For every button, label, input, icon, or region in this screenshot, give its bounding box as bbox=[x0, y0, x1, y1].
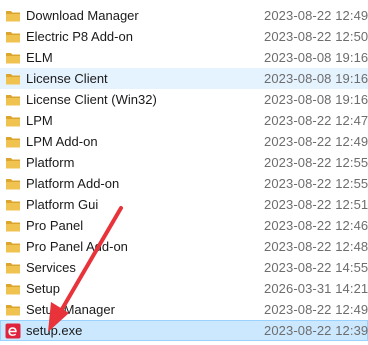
folder-icon bbox=[5, 71, 21, 87]
date-modified: 2023-08-22 12:51 bbox=[264, 197, 368, 212]
date-modified: 2023-08-22 12:39 bbox=[264, 323, 368, 338]
folder-icon bbox=[5, 134, 21, 150]
file-name: Setup bbox=[26, 281, 60, 296]
file-name: Pro Panel Add-on bbox=[26, 239, 128, 254]
file-name: Platform bbox=[26, 155, 75, 170]
setup-exe-icon bbox=[5, 323, 21, 339]
date-modified: 2023-08-22 12:55 bbox=[264, 176, 368, 191]
date-modified: 2023-08-22 12:49 bbox=[264, 302, 368, 317]
date-modified: 2023-08-22 12:55 bbox=[264, 155, 368, 170]
date-modified: 2026-03-31 14:21 bbox=[264, 281, 368, 296]
file-name: Setup Manager bbox=[26, 302, 115, 317]
file-name: Download Manager bbox=[26, 8, 139, 23]
date-modified: 2023-08-22 14:55 bbox=[264, 260, 368, 275]
date-modified: 2023-08-22 12:48 bbox=[264, 239, 368, 254]
date-modified: 2023-08-22 12:47 bbox=[264, 113, 368, 128]
date-modified: 2023-08-08 19:16 bbox=[264, 92, 368, 107]
file-list: Download Manager 2023-08-22 12:49 Electric… bbox=[0, 5, 368, 341]
folder-icon bbox=[5, 155, 21, 171]
file-row[interactable]: Setup 2026-03-31 14:21 bbox=[0, 278, 368, 299]
file-row[interactable]: Download Manager 2023-08-22 12:49 bbox=[0, 5, 368, 26]
file-name: Pro Panel bbox=[26, 218, 84, 233]
date-modified: 2023-08-08 19:16 bbox=[264, 71, 368, 86]
file-name: Electric P8 Add-on bbox=[26, 29, 133, 44]
folder-icon bbox=[5, 113, 21, 129]
folder-icon bbox=[5, 176, 21, 192]
file-row[interactable]: Platform 2023-08-22 12:55 bbox=[0, 152, 368, 173]
file-row[interactable]: setup.exe 2023-08-22 12:39 bbox=[0, 320, 368, 341]
folder-icon bbox=[5, 197, 21, 213]
folder-icon bbox=[5, 218, 21, 234]
file-row[interactable]: Services 2023-08-22 14:55 bbox=[0, 257, 368, 278]
date-modified: 2023-08-22 12:49 bbox=[264, 8, 368, 23]
folder-icon bbox=[5, 281, 21, 297]
file-name: LPM Add-on bbox=[26, 134, 98, 149]
file-row[interactable]: License Client (Win32) 2023-08-08 19:16 bbox=[0, 89, 368, 110]
file-row[interactable]: LPM 2023-08-22 12:47 bbox=[0, 110, 368, 131]
date-modified: 2023-08-08 19:16 bbox=[264, 50, 368, 65]
file-row[interactable]: Electric P8 Add-on 2023-08-22 12:50 bbox=[0, 26, 368, 47]
file-name: setup.exe bbox=[26, 323, 83, 338]
folder-icon bbox=[5, 239, 21, 255]
file-row[interactable]: License Client 2023-08-08 19:16 bbox=[0, 68, 368, 89]
file-row[interactable]: LPM Add-on 2023-08-22 12:49 bbox=[0, 131, 368, 152]
folder-icon bbox=[5, 92, 21, 108]
file-row[interactable]: ELM 2023-08-08 19:16 bbox=[0, 47, 368, 68]
file-row[interactable]: Platform Gui 2023-08-22 12:51 bbox=[0, 194, 368, 215]
file-row[interactable]: Pro Panel Add-on 2023-08-22 12:48 bbox=[0, 236, 368, 257]
folder-icon bbox=[5, 302, 21, 318]
date-modified: 2023-08-22 12:50 bbox=[264, 29, 368, 44]
folder-icon bbox=[5, 29, 21, 45]
file-name: Platform Add-on bbox=[26, 176, 120, 191]
folder-icon bbox=[5, 50, 21, 66]
folder-icon bbox=[5, 260, 21, 276]
file-name: License Client (Win32) bbox=[26, 92, 157, 107]
file-row[interactable]: Pro Panel 2023-08-22 12:46 bbox=[0, 215, 368, 236]
file-row[interactable]: Setup Manager 2023-08-22 12:49 bbox=[0, 299, 368, 320]
file-name: LPM bbox=[26, 113, 53, 128]
file-row[interactable]: Platform Add-on 2023-08-22 12:55 bbox=[0, 173, 368, 194]
file-name: Services bbox=[26, 260, 76, 275]
date-modified: 2023-08-22 12:49 bbox=[264, 134, 368, 149]
file-name: ELM bbox=[26, 50, 53, 65]
file-name: License Client bbox=[26, 71, 108, 86]
date-modified: 2023-08-22 12:46 bbox=[264, 218, 368, 233]
folder-icon bbox=[5, 8, 21, 24]
file-name: Platform Gui bbox=[26, 197, 99, 212]
